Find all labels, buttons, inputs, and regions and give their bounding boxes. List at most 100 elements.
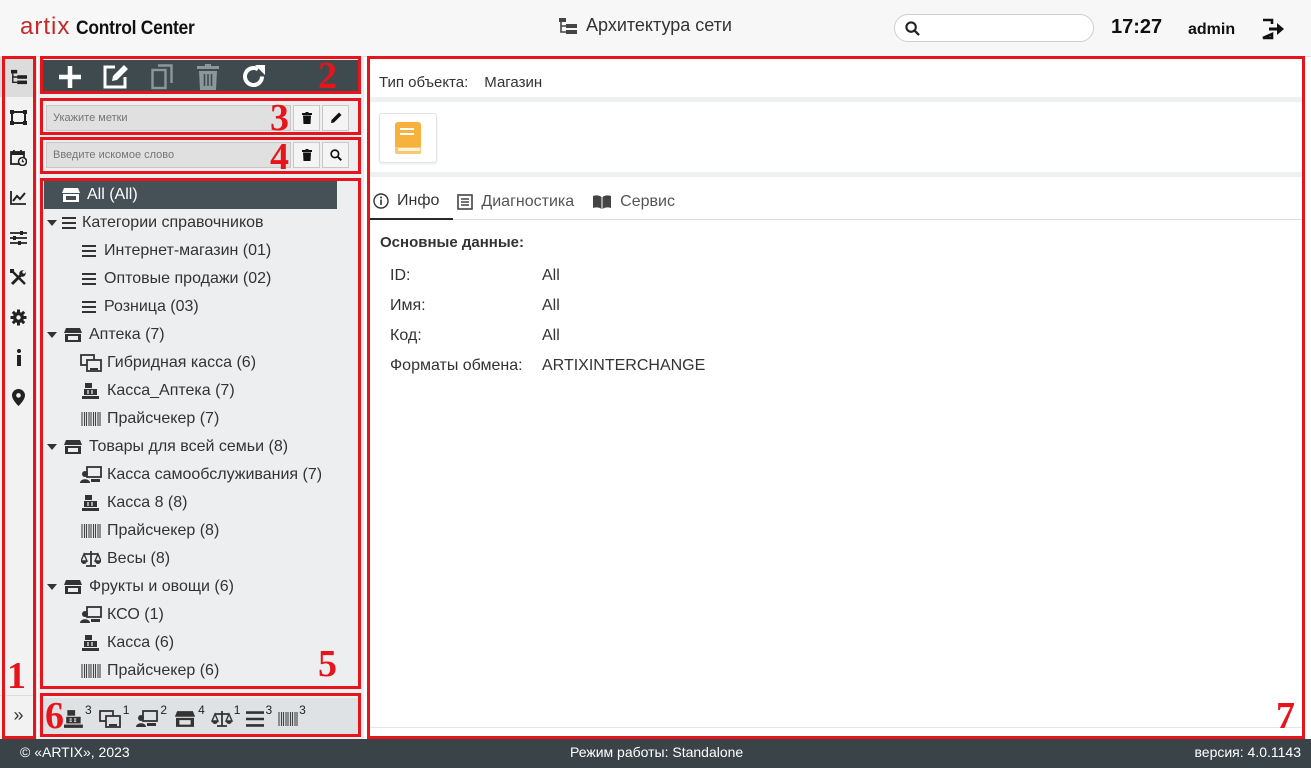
tree-node-categories[interactable]: Категории справочников (44, 209, 358, 237)
username[interactable]: admin (1188, 21, 1235, 39)
gear-icon (10, 309, 27, 325)
device-counters: 3 1 2 4 1 3 3 (42, 698, 358, 734)
tree-node-label: Прайсчекер (7) (107, 410, 220, 427)
global-search[interactable] (894, 14, 1094, 42)
tree-node-label: Гибридная касса (6) (107, 354, 257, 371)
refresh-button[interactable] (238, 62, 270, 92)
tab-diagnostics[interactable]: Диагностика (453, 183, 588, 220)
nav-tools[interactable] (0, 257, 37, 297)
add-button[interactable] (54, 62, 86, 92)
object-type-value: Магазин (484, 74, 543, 91)
section-divider (369, 172, 1305, 177)
object-details: Тип объекта: Магазин Инфо Диагностика Сер… (369, 57, 1305, 739)
tab-label: Сервис (620, 192, 675, 210)
trash-icon (301, 112, 312, 124)
tree-node-label: Интернет-магазин (01) (104, 242, 272, 259)
nav-info[interactable] (0, 337, 37, 377)
nav-location[interactable] (0, 377, 37, 417)
search-clear-button[interactable] (293, 142, 320, 168)
tree-node-label: Аптека (7) (89, 326, 165, 343)
counter-pos[interactable]: 3 (64, 704, 92, 728)
tree-node-device[interactable]: Касса 8 (8) (44, 489, 358, 517)
global-search-input[interactable] (926, 20, 1086, 36)
counter-store[interactable]: 4 (173, 704, 205, 728)
field-value: All (542, 297, 560, 314)
tree-node-store[interactable]: Товары для всей семьи (8) (44, 433, 358, 461)
layout-icon (10, 109, 27, 125)
tree-node-label: КСО (1) (107, 606, 164, 623)
copy-button[interactable] (146, 62, 178, 92)
store-icon (62, 327, 84, 343)
tab-info[interactable]: Инфо (369, 183, 454, 220)
expand-sidebar-button[interactable]: » (0, 695, 37, 735)
tab-service[interactable]: Сервис (588, 183, 689, 220)
calendar-clock-icon (10, 149, 27, 166)
nav-charts[interactable] (0, 177, 37, 217)
copyright: © «ARTIX», 2023 (20, 744, 130, 760)
nav-network-architecture[interactable] (0, 57, 37, 97)
tree-node-device[interactable]: Касса_Аптека (7) (44, 377, 358, 405)
nav-schedule[interactable] (0, 137, 37, 177)
tree-node-category[interactable]: Интернет-магазин (01) (44, 237, 358, 265)
object-icon-button[interactable] (379, 113, 437, 163)
tree-node-device[interactable]: Прайсчекер (8) (44, 517, 358, 545)
annotation-label-5: 5 (318, 643, 337, 685)
delete-button[interactable] (192, 62, 224, 92)
tree-search-input[interactable] (46, 142, 291, 168)
counter-self-checkout[interactable]: 2 (135, 704, 167, 728)
add-icon (59, 66, 81, 88)
tags-edit-button[interactable] (322, 105, 349, 131)
nav-layout[interactable] (0, 97, 37, 137)
counter-price-checkers[interactable]: 3 (278, 704, 306, 728)
annotation-label-3: 3 (270, 97, 289, 139)
chart-icon (10, 190, 26, 205)
logout-icon (1262, 18, 1284, 40)
tags-input[interactable] (46, 105, 291, 131)
edit-button[interactable] (100, 62, 132, 92)
counter-value: 1 (122, 703, 130, 717)
search-submit-button[interactable] (322, 142, 349, 168)
logout-button[interactable] (1260, 17, 1286, 46)
list-icon (246, 711, 265, 727)
counter-categories[interactable]: 3 (246, 704, 272, 728)
counter-hybrid-pos[interactable]: 1 (98, 703, 130, 728)
list-icon (82, 245, 96, 257)
counter-value: 4 (198, 703, 205, 717)
pos-icon (80, 635, 102, 651)
tree-node-label: Прайсчекер (8) (107, 522, 220, 539)
nav-settings[interactable] (0, 297, 37, 337)
tree-node-device[interactable]: Касса (6) (44, 629, 358, 657)
tree-node-store[interactable]: Аптека (7) (44, 321, 358, 349)
field-row-name: Имя: All (390, 297, 560, 315)
caret-down-icon[interactable] (46, 220, 58, 226)
tree-node-category[interactable]: Розница (03) (44, 293, 358, 321)
tree-node-store[interactable]: Фрукты и овощи (6) (44, 573, 358, 601)
tree-node-device[interactable]: Касса самообслуживания (7) (44, 461, 358, 489)
object-type-row: Тип объекта: Магазин (379, 74, 542, 91)
field-key: Форматы обмена: (390, 357, 523, 374)
tree-node-device[interactable]: Прайсчекер (7) (44, 405, 358, 433)
counter-scales[interactable]: 1 (210, 704, 240, 728)
tree-node-label: Категории справочников (82, 214, 264, 231)
tree-node-device[interactable]: Прайсчекер (6) (44, 657, 358, 685)
caret-down-icon[interactable] (46, 444, 58, 450)
self-checkout-icon (136, 710, 159, 727)
field-value: ARTIXINTERCHANGE (542, 357, 706, 374)
tree-node-device[interactable]: Гибридная касса (6) (44, 349, 358, 377)
tree-node-device[interactable]: Весы (8) (44, 545, 358, 573)
tree-node-root[interactable]: All (All) (44, 181, 337, 209)
list-icon (62, 217, 76, 229)
pos-icon (64, 710, 83, 728)
detail-tabs: Инфо Диагностика Сервис (369, 183, 1305, 220)
nav-settings-sliders[interactable] (0, 217, 37, 257)
tree-node-category[interactable]: Оптовые продажи (02) (44, 265, 358, 293)
caret-down-icon[interactable] (46, 332, 58, 338)
self-checkout-icon (80, 466, 102, 484)
network-tree: All (All) Категории справочников Интерне… (44, 181, 358, 687)
self-checkout-icon (80, 606, 102, 624)
caret-down-icon[interactable] (46, 584, 58, 590)
tree-node-device[interactable]: КСО (1) (44, 601, 358, 629)
app-logo[interactable]: artix Control Center (20, 13, 205, 44)
tools-icon (10, 268, 26, 285)
tags-clear-button[interactable] (293, 105, 320, 131)
